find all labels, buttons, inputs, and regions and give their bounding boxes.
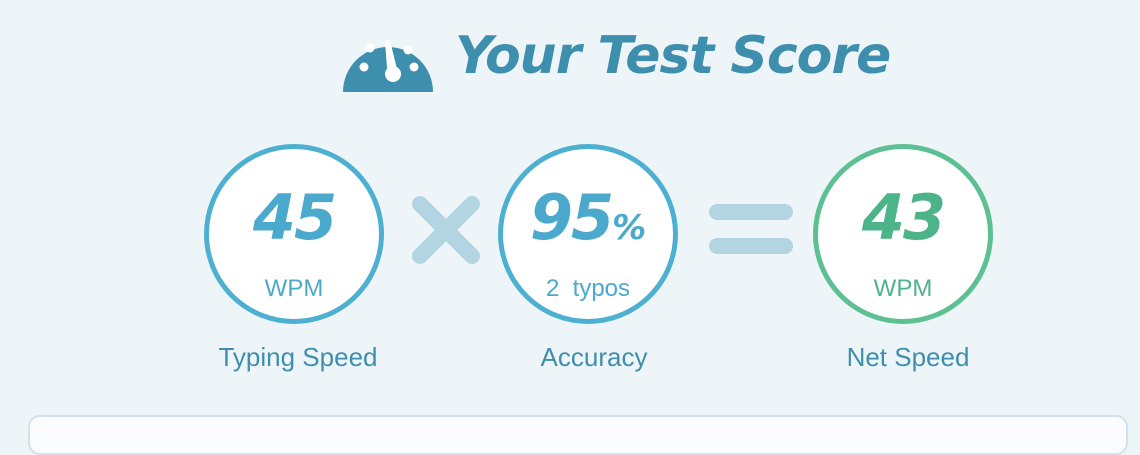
typo-count: 2 typos [545,275,631,302]
typing-speed-value: 45 [252,181,337,254]
speedometer-icon [343,39,433,92]
net-speed-unit: WPM [873,275,933,302]
typing-speed-unit: WPM [264,275,324,302]
typing-speed-circle: 45 WPM [204,144,384,324]
accuracy-label: Accuracy [540,342,648,372]
net-speed-value: 43 [861,181,946,254]
accuracy-circle: 95% 2 typos [498,144,678,324]
percent-sign: % [612,208,647,248]
results-panel [28,415,1128,455]
net-speed-label: Net Speed [846,342,970,372]
accuracy-value: 95% [529,181,647,254]
score-header: Your Test Score [343,18,891,94]
page-title: Your Test Score [455,26,891,86]
typing-speed-label: Typing Speed [218,342,378,372]
equals-icon [709,204,793,254]
multiply-icon [412,196,480,264]
net-speed-circle: 43 WPM [813,144,993,324]
